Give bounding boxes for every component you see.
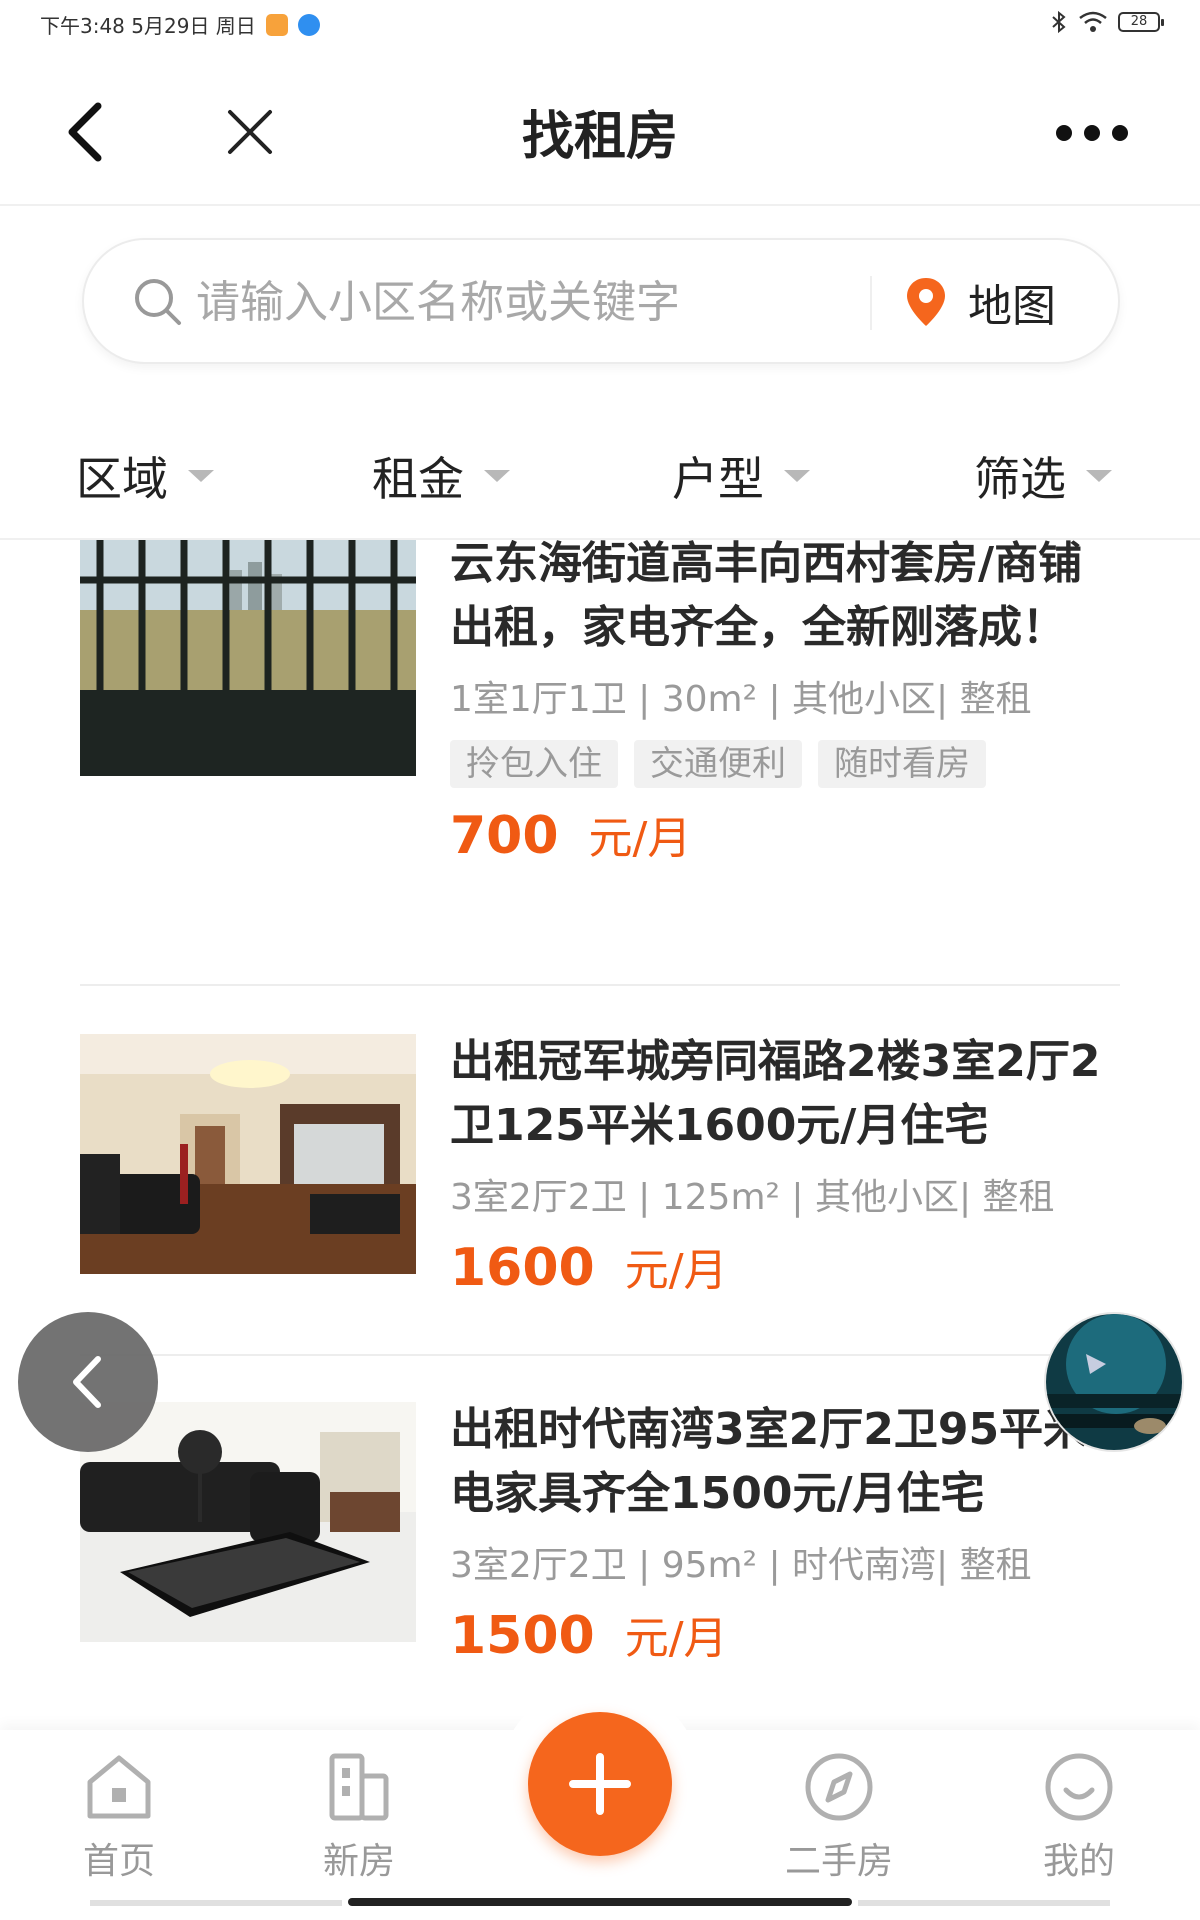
smile-icon [1045, 1753, 1113, 1821]
map-label: 地图 [968, 281, 1056, 332]
chevron-left-icon [73, 1356, 101, 1408]
filter-label: 租金 [372, 452, 464, 506]
tab-label: 二手房 [784, 1841, 893, 1882]
listing-price: 700 元/月 [450, 802, 1120, 866]
price-unit: 元/月 [624, 1245, 728, 1296]
listing-price: 1600 元/月 [450, 1234, 1140, 1298]
filter-label: 筛选 [974, 452, 1066, 506]
bottom-divider [90, 1900, 342, 1906]
bottom-divider [858, 1900, 1110, 1906]
tab-label: 首页 [82, 1841, 155, 1882]
listing-info: 出租时代南湾3室2厅2卫95平米家电家具齐全1500元/月住宅 3室2厅2卫 |… [450, 1398, 1140, 1666]
caret-down-icon [1086, 470, 1112, 482]
search-bar: 地图 [82, 238, 1120, 364]
map-button[interactable]: 地图 [904, 270, 1056, 334]
caret-down-icon [784, 470, 810, 482]
filter-bar: 区域 租金 户型 筛选 [0, 420, 1200, 540]
price-value: 700 [450, 806, 559, 866]
status-time: 下午3:48 5月29日 周日 [40, 14, 256, 38]
listing-photo [80, 540, 416, 776]
filter-area[interactable]: 区域 [76, 440, 214, 512]
compass-icon [805, 1753, 873, 1821]
tab-new-homes[interactable]: 新房 [284, 1750, 434, 1884]
nav-bar: 找租房 [0, 46, 1200, 206]
search-input[interactable] [196, 270, 816, 334]
tab-label: 新房 [322, 1841, 395, 1882]
listing-item[interactable]: 出租冠军城旁同福路2楼3室2厅2卫125平米1600元/月住宅 3室2厅2卫 |… [80, 1034, 1120, 1334]
listing-photo [80, 1034, 416, 1274]
tab-second-hand[interactable]: 二手房 [764, 1750, 914, 1884]
divider [80, 984, 1120, 986]
search-icon [135, 279, 181, 325]
status-bar: 下午3:48 5月29日 周日 28 [0, 0, 1200, 46]
tab-mine[interactable]: 我的 [1004, 1750, 1154, 1884]
filter-label: 户型 [672, 452, 764, 506]
bluetooth-icon [1052, 10, 1066, 34]
bottom-tab-bar: 首页 新房 二手房 我的 [0, 1682, 1200, 1920]
tab-label: 我的 [1042, 1841, 1115, 1882]
listing-info: 出租冠军城旁同福路2楼3室2厅2卫125平米1600元/月住宅 3室2厅2卫 |… [450, 1030, 1140, 1298]
tag: 交通便利 [634, 740, 802, 788]
listing-price: 1500 元/月 [450, 1602, 1140, 1666]
status-right: 28 [1050, 10, 1164, 34]
status-left: 下午3:48 5月29日 周日 [40, 10, 320, 39]
app-notification-icon [297, 13, 320, 36]
wifi-icon [1079, 11, 1107, 32]
filter-more[interactable]: 筛选 [974, 440, 1112, 512]
tag: 随时看房 [818, 740, 986, 788]
caret-down-icon [188, 470, 214, 482]
building-icon [329, 1753, 389, 1821]
floating-avatar[interactable] [1044, 1312, 1184, 1452]
page-title: 找租房 [521, 107, 678, 167]
home-indicator[interactable] [348, 1898, 852, 1906]
tab-home[interactable]: 首页 [44, 1750, 194, 1884]
filter-rent[interactable]: 租金 [372, 440, 510, 512]
listing-title: 云东海街道高丰向西村套房/商铺出租，家电齐全，全新刚落成！ [450, 540, 1083, 653]
listing-title: 出租冠军城旁同福路2楼3室2厅2卫125平米1600元/月住宅 [450, 1036, 1101, 1151]
tag: 拎包入住 [450, 740, 618, 788]
filter-label: 区域 [76, 452, 168, 506]
price-value: 1600 [450, 1238, 595, 1298]
tag-list: 拎包入住 交通便利 随时看房 [450, 740, 1120, 788]
listing-meta: 3室2厅2卫 | 125m² | 其他小区| 整租 [450, 1177, 1055, 1218]
listing-item[interactable]: 出租时代南湾3室2厅2卫95平米家电家具齐全1500元/月住宅 3室2厅2卫 |… [80, 1402, 1131, 1702]
price-value: 1500 [450, 1606, 595, 1666]
listing-meta: 1室1厅1卫 | 30m² | 其他小区| 整租 [450, 679, 1032, 720]
listing-info: 云东海街道高丰向西村套房/商铺出租，家电齐全，全新刚落成！ 1室1厅1卫 | 3… [450, 540, 1120, 866]
add-button[interactable] [528, 1712, 672, 1856]
battery-icon: 28 [1118, 12, 1164, 32]
battery-level: 28 [1130, 14, 1148, 29]
plus-icon [569, 1753, 631, 1815]
search-divider [870, 276, 872, 330]
price-unit: 元/月 [624, 1613, 728, 1664]
filter-layout[interactable]: 户型 [672, 440, 810, 512]
listing-photo [80, 1402, 416, 1642]
app-notification-icon [265, 13, 288, 36]
location-pin-icon [907, 278, 945, 326]
more-dots-icon[interactable] [1052, 118, 1132, 148]
home-icon [87, 1755, 151, 1819]
listing-meta: 3室2厅2卫 | 95m² | 时代南湾| 整租 [450, 1545, 1032, 1586]
listing-item[interactable]: 云东海街道高丰向西村套房/商铺出租，家电齐全，全新刚落成！ 1室1厅1卫 | 3… [80, 540, 1120, 980]
floating-back-button[interactable] [18, 1312, 158, 1452]
caret-down-icon [484, 470, 510, 482]
price-unit: 元/月 [588, 813, 692, 864]
divider [80, 1354, 1120, 1356]
listing-title: 出租时代南湾3室2厅2卫95平米家电家具齐全1500元/月住宅 [450, 1404, 1132, 1519]
